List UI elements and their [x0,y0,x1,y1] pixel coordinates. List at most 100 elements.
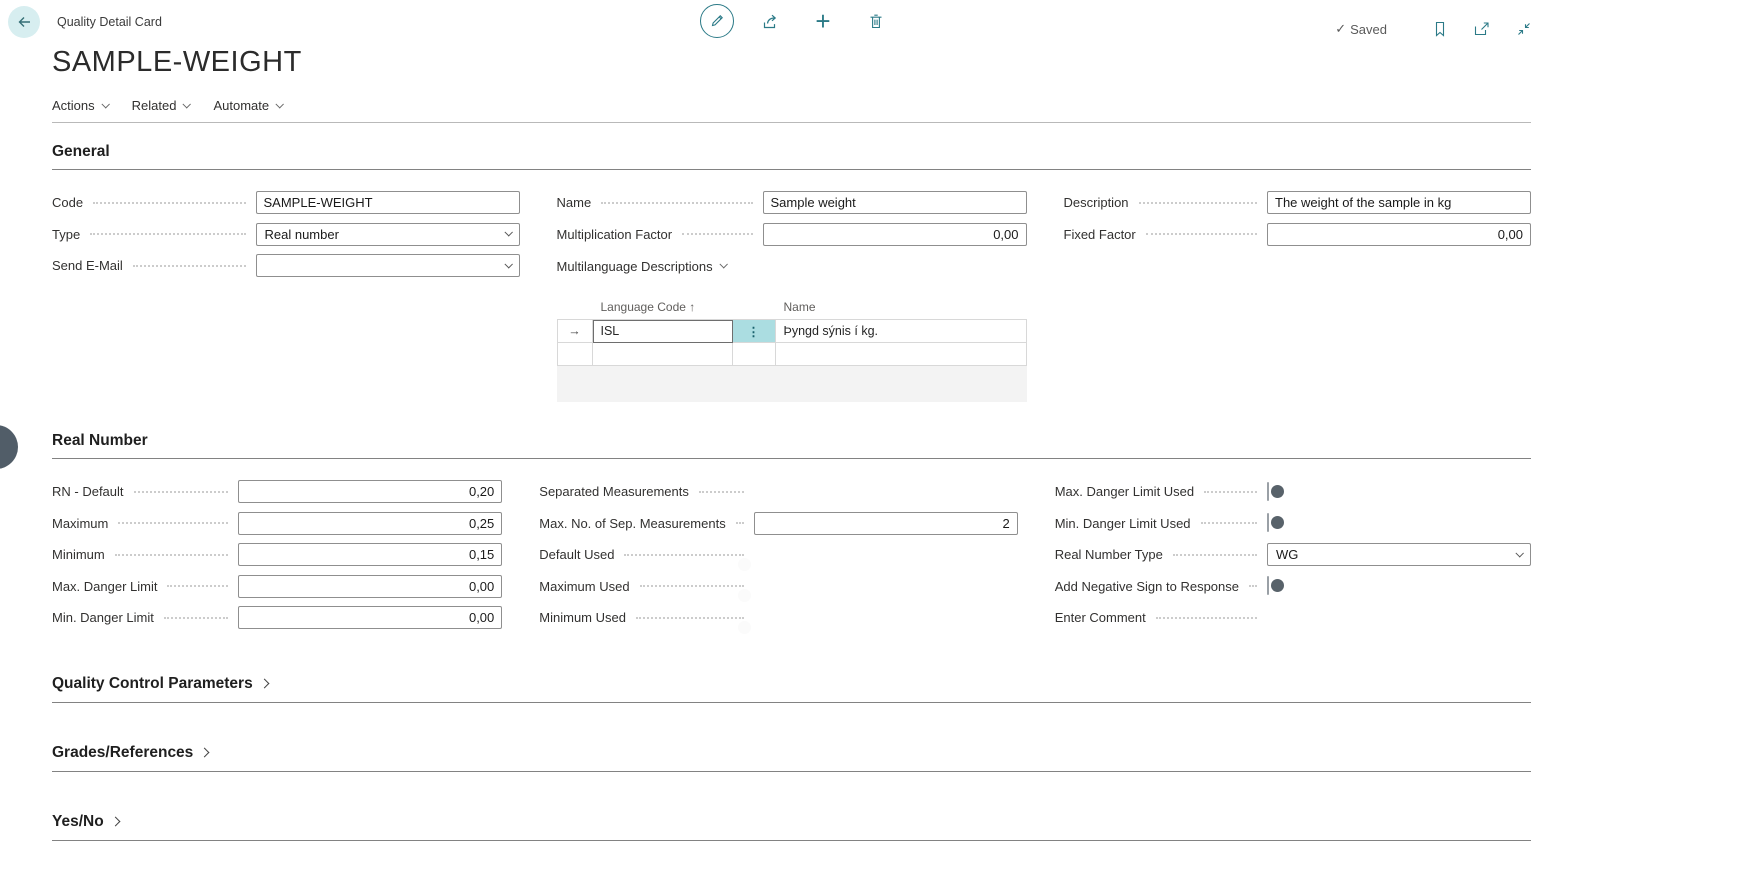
field-description: Description [1064,187,1532,219]
section-quality-control-parameters: Quality Control Parameters [52,675,1531,703]
bookmark-button[interactable] [1423,12,1457,46]
chevron-right-icon [200,748,210,758]
field-max-danger-limit-used: Max. Danger Limit Used [1055,476,1531,508]
share-button[interactable] [753,4,787,38]
real-number-column-3: Max. Danger Limit Used Min. Danger Limit… [1055,476,1531,634]
field-min-danger-limit-used: Min. Danger Limit Used [1055,508,1531,540]
menu-actions[interactable]: Actions [52,98,108,113]
pencil-icon [709,13,725,29]
trash-icon [868,13,884,30]
language-code-cell[interactable]: ISL [593,320,733,343]
menu-related[interactable]: Related [132,98,190,113]
section-real-number: Real Number RN - Default Maximum Minimum [52,432,1531,634]
description-input[interactable] [1267,191,1531,214]
sort-ascending-icon: ↑ [689,300,695,314]
chevron-down-icon [719,260,727,268]
section-general-heading[interactable]: General [52,143,1531,170]
field-maximum: Maximum [52,508,502,540]
plus-icon: + [815,8,830,34]
max-no-sep-measurements-input[interactable] [754,512,1018,535]
section-grades-references: Grades/References [52,744,1531,772]
chevron-down-icon [101,100,109,108]
section-grades-references-heading[interactable]: Grades/References [52,744,1531,772]
table-row-empty [557,343,1027,366]
menu-bar: Actions Related Automate [52,89,1531,123]
open-in-new-window-button[interactable] [1465,12,1499,46]
field-maximum-used: Maximum Used [539,571,1017,603]
field-max-danger-limit: Max. Danger Limit [52,571,502,603]
code-input[interactable] [256,191,520,214]
column-header-name[interactable]: Name [776,300,1027,314]
field-name: Name [557,187,1027,219]
max-danger-limit-used-toggle[interactable] [1267,482,1269,501]
field-real-number-type: Real Number Type WG [1055,539,1531,571]
breadcrumb[interactable]: Quality Detail Card [57,15,162,29]
back-button[interactable] [8,6,40,38]
name-cell[interactable] [776,343,1027,366]
multiplication-factor-input[interactable] [763,223,1027,246]
field-enter-comment: Enter Comment [1055,602,1531,634]
menu-automate[interactable]: Automate [213,98,282,113]
column-header-language-code[interactable]: Language Code ↑ [593,300,733,314]
chevron-down-icon [1515,549,1523,557]
new-button[interactable]: + [806,4,840,38]
chevron-down-icon [504,260,512,268]
table-row: → ISL ⋮ Þyngd sýnis í kg. [557,320,1027,343]
name-input[interactable] [763,191,1027,214]
type-select[interactable]: Real number [256,223,520,246]
section-general: General Code Type Real number [52,143,1531,402]
fixed-factor-input[interactable] [1267,223,1531,246]
real-number-column-2: Separated Measurements Max. No. of Sep. … [539,476,1017,634]
active-row-marker-icon: → [557,320,593,343]
chevron-right-icon [259,679,269,689]
side-panel-handle[interactable] [0,425,18,469]
language-code-cell[interactable] [593,343,733,366]
send-email-select[interactable] [256,254,520,277]
field-multiplication-factor: Multiplication Factor [557,219,1027,251]
multilanguage-descriptions-toggle[interactable]: Multilanguage Descriptions [557,252,1027,280]
field-add-negative-sign: Add Negative Sign to Response [1055,571,1531,603]
general-column-3: Description Fixed Factor [1064,187,1532,250]
real-number-type-select[interactable]: WG [1267,543,1531,566]
page-title: SAMPLE-WEIGHT [52,46,1739,79]
real-number-column-1: RN - Default Maximum Minimum Max. Danger… [52,476,502,634]
field-fixed-factor: Fixed Factor [1064,219,1532,251]
maximum-input[interactable] [238,512,502,535]
multilanguage-table: Language Code ↑ Name → ISL ⋮ Þyngd sýnis… [557,294,1027,402]
field-rn-default: RN - Default [52,476,502,508]
save-status-label: Saved [1350,22,1387,37]
general-column-1: Code Type Real number Send E-Mail [52,187,520,282]
collapse-button[interactable] [1507,12,1541,46]
general-column-2: Name Multiplication Factor Multilanguage… [557,187,1027,402]
save-status: ✓ Saved [1335,21,1387,37]
min-danger-limit-input[interactable] [238,606,502,629]
name-cell[interactable]: Þyngd sýnis í kg. [776,320,1027,343]
field-type: Type Real number [52,219,520,251]
field-minimum-used: Minimum Used [539,602,1017,634]
section-yes-no-heading[interactable]: Yes/No [52,813,1531,841]
min-danger-limit-used-toggle[interactable] [1267,513,1269,532]
window-controls: ✓ Saved [1335,12,1541,46]
section-quality-control-parameters-heading[interactable]: Quality Control Parameters [52,675,1531,703]
edit-button[interactable] [700,4,734,38]
field-send-email: Send E-Mail [52,250,520,282]
share-icon [761,13,780,30]
collapse-icon [1516,21,1532,37]
field-minimum: Minimum [52,539,502,571]
delete-button[interactable] [859,4,893,38]
chevron-right-icon [110,817,120,827]
field-default-used: Default Used [539,539,1017,571]
back-arrow-icon [16,14,33,30]
action-toolbar: + [700,4,893,38]
max-danger-limit-input[interactable] [238,575,502,598]
row-ellipsis-menu[interactable]: ⋮ [733,320,776,343]
check-icon: ✓ [1335,21,1346,37]
section-real-number-heading[interactable]: Real Number [52,432,1531,459]
minimum-input[interactable] [238,543,502,566]
section-yes-no: Yes/No [52,813,1531,841]
add-negative-sign-toggle[interactable] [1267,576,1269,595]
bookmark-icon [1433,21,1447,37]
open-in-new-window-icon [1474,21,1491,37]
field-code: Code [52,187,520,219]
rn-default-input[interactable] [238,480,502,503]
